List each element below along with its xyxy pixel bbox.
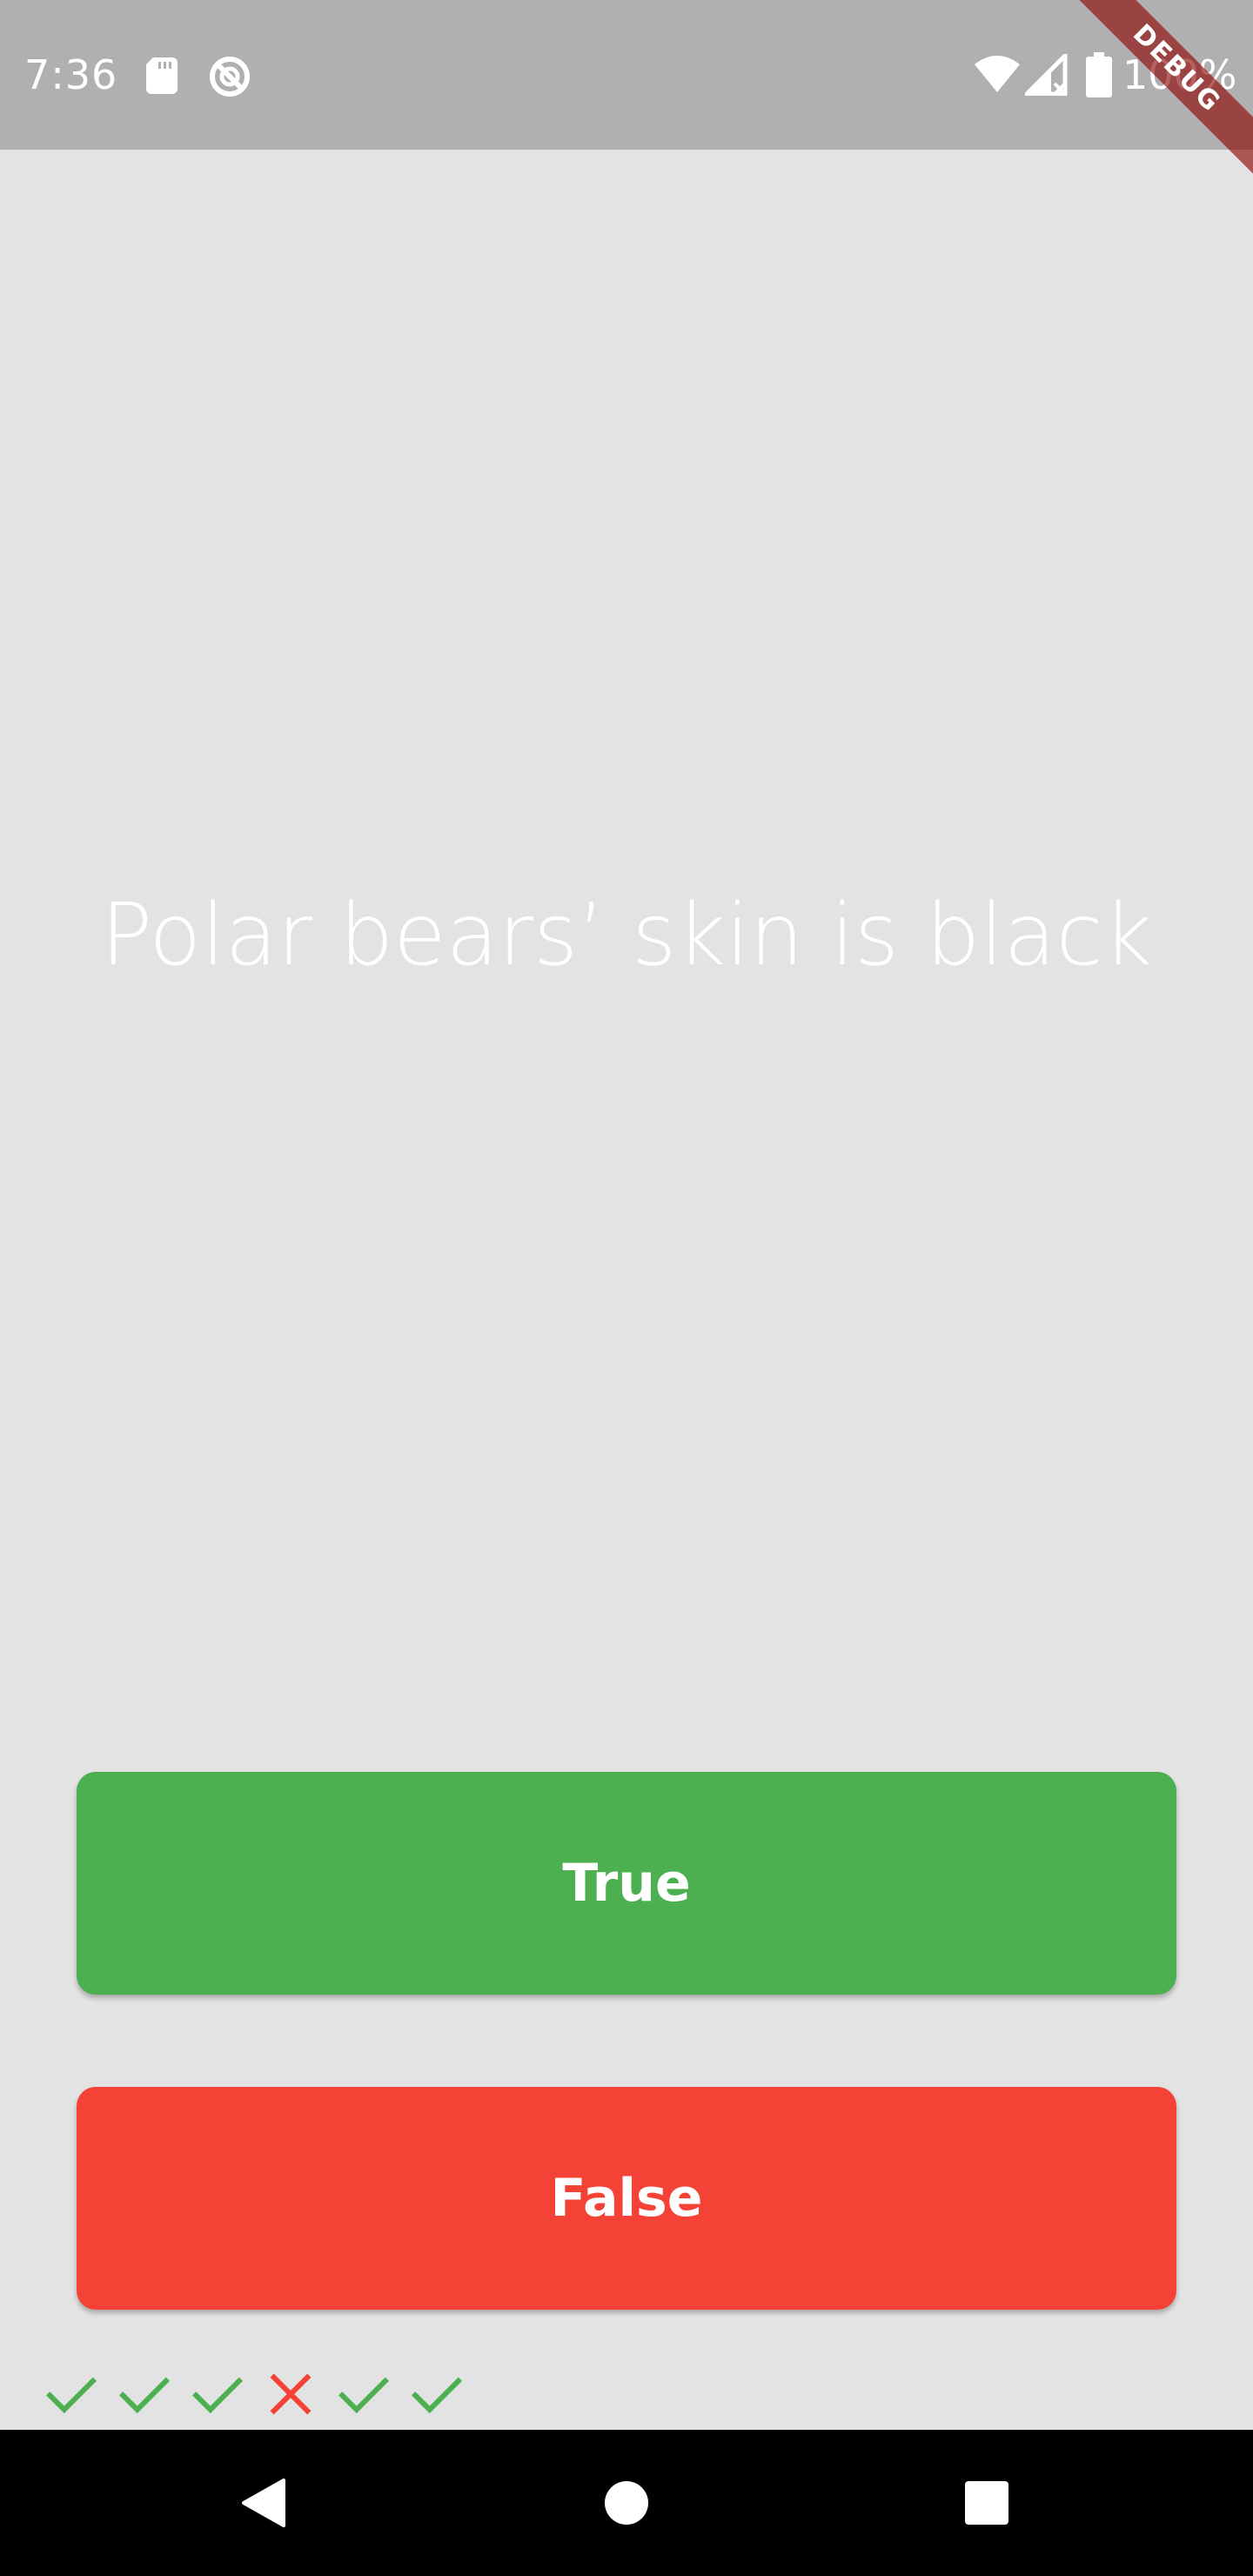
question-text: Polar bears’ skin is black [100,886,1153,985]
check-icon [411,2377,463,2414]
back-icon [242,2479,285,2527]
sd-card-icon [146,57,178,94]
nav-home-button[interactable] [592,2468,661,2538]
score-mark-correct [35,2364,108,2425]
close-icon [270,2373,312,2415]
score-mark-correct [327,2364,400,2425]
check-icon [191,2377,244,2414]
navigation-bar [0,2430,1253,2576]
nav-recents-button[interactable] [952,2468,1022,2538]
battery-percentage: 100% [1122,51,1237,98]
false-button[interactable]: False [77,2087,1176,2310]
recents-icon [965,2481,1008,2525]
score-mark-wrong [254,2364,327,2425]
check-icon [45,2377,97,2414]
home-icon [605,2481,648,2525]
status-bar: 7:36 100% [0,0,1253,150]
score-mark-correct [108,2364,181,2425]
nav-back-button[interactable] [228,2468,298,2538]
sync-off-icon [210,57,250,97]
battery-icon [1086,52,1112,97]
check-icon [338,2377,390,2414]
score-keeper [35,2364,473,2425]
wifi-icon [975,56,1020,92]
signal-icon [1025,54,1068,96]
true-button[interactable]: True [77,1772,1176,1995]
status-time: 7:36 [24,51,118,98]
score-mark-correct [400,2364,473,2425]
score-mark-correct [181,2364,254,2425]
check-icon [118,2377,171,2414]
quiz-screen: 7:36 100% DEBUG Polar bears’ skin is bla… [0,0,1253,2576]
